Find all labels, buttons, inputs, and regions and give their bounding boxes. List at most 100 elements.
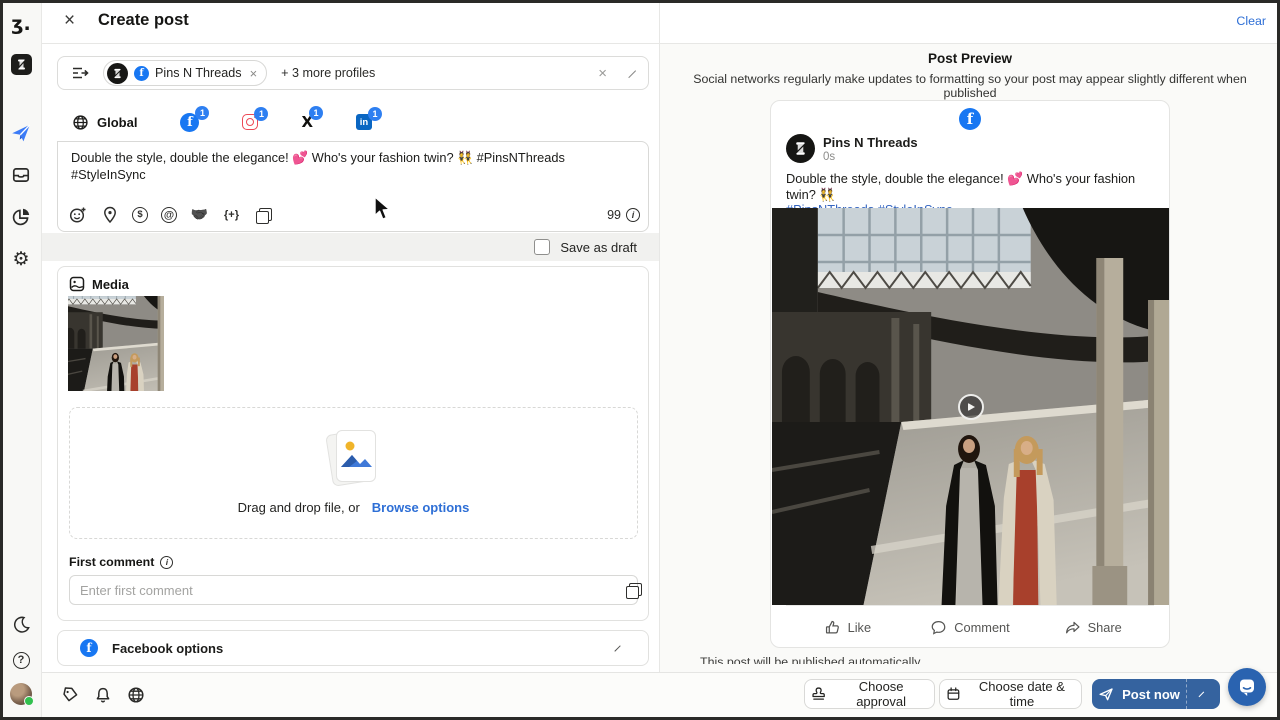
- media-section: Media Drag and drop file, or Browse optio…: [57, 266, 649, 621]
- x-badge: 1: [309, 106, 323, 120]
- post-now-split-button: Post now: [1092, 679, 1220, 709]
- media-icon: [69, 276, 85, 292]
- like-button[interactable]: Like: [786, 619, 909, 636]
- notifications-bell-icon[interactable]: [93, 685, 113, 705]
- mention-icon[interactable]: @: [161, 207, 177, 223]
- choose-datetime-button[interactable]: Choose date & time: [939, 679, 1082, 709]
- sidebar-item-help[interactable]: ?: [0, 648, 42, 672]
- create-post-header: × Create post: [42, 0, 660, 44]
- location-icon[interactable]: [100, 205, 119, 224]
- selected-profile-chip[interactable]: f Pins N Threads ×: [103, 60, 267, 86]
- tab-global[interactable]: Global: [72, 114, 137, 131]
- app-logo: ʒ.: [0, 12, 42, 36]
- clear-link[interactable]: Clear: [1236, 14, 1266, 28]
- choose-datetime-label: Choose date & time: [969, 679, 1075, 709]
- comment-button[interactable]: Comment: [909, 619, 1032, 636]
- sidebar-item-publish[interactable]: [0, 121, 42, 145]
- preview-footnote: This post will be published automaticall…: [700, 655, 1130, 664]
- preview-author: Pins N Threads: [823, 135, 918, 150]
- chat-icon: [1237, 677, 1257, 697]
- facebook-icon: f: [959, 108, 981, 130]
- send-plane-icon: [1098, 686, 1114, 702]
- post-options-toggle[interactable]: [1186, 679, 1220, 709]
- page-avatar: [786, 134, 815, 163]
- save-draft-checkbox[interactable]: [534, 239, 550, 255]
- first-comment-input[interactable]: [69, 575, 638, 605]
- profile-selector[interactable]: f Pins N Threads × + 3 more profiles ×: [57, 56, 649, 90]
- tab-facebook[interactable]: f 1: [180, 113, 199, 132]
- help-icon: ?: [13, 652, 30, 669]
- page-title: Create post: [98, 11, 189, 30]
- dropzone-prompt: Drag and drop file, or: [238, 500, 360, 515]
- preview-timestamp: 0s: [823, 151, 835, 163]
- chevron-down-icon[interactable]: [622, 64, 636, 78]
- labels-tag-icon[interactable]: [60, 685, 80, 705]
- tab-x[interactable]: X 1: [301, 113, 313, 131]
- browse-options-link[interactable]: Browse options: [372, 500, 470, 515]
- preview-title: Post Preview: [660, 51, 1280, 66]
- clear-profiles-icon[interactable]: ×: [598, 65, 607, 82]
- instagram-badge: 1: [254, 107, 268, 121]
- save-draft-bar: Save as draft: [42, 233, 660, 261]
- inbox-icon: [11, 165, 31, 185]
- handshake-icon[interactable]: 🤝: [190, 205, 209, 224]
- media-section-label: Media: [92, 277, 129, 292]
- play-button[interactable]: [958, 394, 984, 420]
- timezone-globe-icon[interactable]: [126, 685, 146, 705]
- share-button[interactable]: Share: [1031, 619, 1154, 636]
- facebook-options-section[interactable]: f Facebook options: [57, 630, 649, 666]
- photo-stack-icon: [331, 430, 377, 486]
- user-avatar: [10, 683, 32, 705]
- product-tag-icon[interactable]: $: [132, 207, 148, 223]
- post-now-button[interactable]: Post now: [1092, 679, 1186, 709]
- remove-profile-icon[interactable]: ×: [250, 66, 258, 81]
- char-count: 99: [607, 208, 621, 222]
- more-profiles-label[interactable]: + 3 more profiles: [281, 66, 375, 80]
- save-draft-label: Save as draft: [560, 240, 637, 255]
- sidebar-item-workspace[interactable]: [0, 52, 42, 76]
- choose-approval-label: Choose approval: [834, 679, 928, 709]
- preview-actions: Like Comment Share: [786, 605, 1154, 648]
- character-counter: 99 i: [607, 208, 640, 222]
- tab-instagram[interactable]: 1: [242, 114, 258, 130]
- variables-icon[interactable]: {+}: [222, 205, 241, 224]
- info-icon[interactable]: i: [626, 208, 640, 222]
- workspace-icon: [11, 54, 32, 75]
- media-thumbnail[interactable]: [68, 296, 164, 391]
- info-icon[interactable]: i: [160, 556, 173, 569]
- post-preview-panel: Post Preview Social networks regularly m…: [660, 44, 1280, 672]
- app-sidebar: ʒ. ⚙ ?: [0, 0, 42, 720]
- preview-disclaimer: Social networks regularly make updates t…: [670, 72, 1270, 100]
- create-post-window: ʒ. ⚙ ? × Create post: [0, 0, 1280, 720]
- chevron-up-icon[interactable]: [614, 645, 625, 656]
- preview-video[interactable]: [771, 208, 1169, 605]
- approval-stamp-icon: [811, 686, 826, 702]
- panel-divider: [659, 0, 660, 672]
- post-text[interactable]: Double the style, double the elegance! 💕…: [71, 150, 637, 183]
- sidebar-item-settings[interactable]: ⚙: [0, 247, 42, 271]
- composer-panel: f Pins N Threads × + 3 more profiles × G…: [42, 44, 660, 672]
- sidebar-item-analytics[interactable]: [0, 205, 42, 229]
- facebook-icon: f: [80, 639, 98, 657]
- sidebar-item-dark-mode[interactable]: [0, 612, 42, 636]
- first-comment-label: First comment: [69, 555, 154, 569]
- post-editor[interactable]: Double the style, double the elegance! 💕…: [57, 141, 649, 232]
- file-dropzone[interactable]: Drag and drop file, or Browse options: [69, 407, 638, 539]
- calendar-icon: [946, 686, 961, 702]
- moon-icon: [12, 615, 31, 634]
- saved-captions-icon[interactable]: [254, 205, 273, 224]
- globe-icon: [72, 114, 89, 131]
- sidebar-item-inbox[interactable]: [0, 163, 42, 187]
- tab-linkedin[interactable]: in 1: [356, 114, 372, 130]
- profile-name: Pins N Threads: [155, 66, 242, 80]
- sidebar-item-account[interactable]: [0, 682, 42, 706]
- tab-global-label: Global: [97, 115, 137, 130]
- emoji-picker-icon[interactable]: [68, 205, 87, 224]
- paper-plane-icon: [10, 122, 32, 144]
- chat-widget-button[interactable]: [1228, 668, 1266, 706]
- profile-avatar: [107, 63, 128, 84]
- editor-toolbar: $ @ 🤝 {+} 99 i: [68, 205, 640, 224]
- close-icon[interactable]: ×: [64, 10, 75, 32]
- action-bar: Choose approval Choose date & time Post …: [42, 672, 1280, 720]
- choose-approval-button[interactable]: Choose approval: [804, 679, 935, 709]
